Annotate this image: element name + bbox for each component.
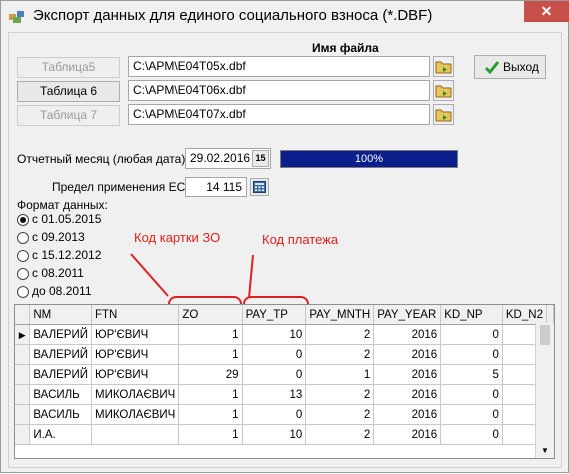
annotation-zo-arrow <box>130 253 169 297</box>
table-cell[interactable]: 0 <box>242 364 307 385</box>
current-row-icon: ▶ <box>18 329 26 340</box>
table-cell[interactable]: 2 <box>305 424 375 445</box>
table-cell[interactable]: 2 <box>305 384 375 405</box>
table-cell[interactable]: 1 <box>178 344 243 365</box>
table-cell[interactable]: И.А. <box>29 424 92 445</box>
table-cell[interactable] <box>91 424 180 445</box>
table-cell[interactable]: 2 <box>305 344 375 365</box>
table-cell[interactable]: 1 <box>178 324 243 345</box>
column-header[interactable]: PAY_MNTH <box>305 305 375 325</box>
table-cell[interactable]: ВАСИЛЬ <box>29 384 92 405</box>
table-row[interactable]: ВАЛЕРИЙ ЮР'ЄВИЧ 1 0 2 2016 0 <box>15 344 554 365</box>
column-header[interactable]: KD_NP <box>440 305 503 325</box>
column-header[interactable]: ZO <box>178 305 243 325</box>
table-cell[interactable]: 10 <box>242 424 307 445</box>
table-row[interactable]: ▶ ВАЛЕРИЙ ЮР'ЄВИЧ 1 10 2 2016 0 <box>15 324 554 345</box>
table-row[interactable]: ВАСИЛЬ МИКОЛАЄВИЧ 1 13 2 2016 0 <box>15 384 554 405</box>
table-cell[interactable]: МИКОЛАЄВИЧ <box>91 384 180 405</box>
scrollbar-thumb[interactable] <box>540 325 550 345</box>
table-cell[interactable]: 0 <box>440 404 503 425</box>
vertical-scrollbar[interactable]: ▼ <box>535 323 554 458</box>
row-indicator-header <box>15 305 31 325</box>
table-cell[interactable]: 2016 <box>373 344 442 365</box>
export-window: Экспорт данных для единого социального в… <box>0 0 569 473</box>
table-cell[interactable]: 2016 <box>373 384 442 405</box>
table-cell[interactable]: 2 <box>305 404 375 425</box>
table-cell[interactable]: 5 <box>440 364 503 385</box>
table-cell[interactable]: ЮР'ЄВИЧ <box>91 324 180 345</box>
table-cell[interactable]: 1 <box>178 404 243 425</box>
table-cell[interactable]: ВАЛЕРИЙ <box>29 324 92 345</box>
table-cell[interactable]: ЮР'ЄВИЧ <box>91 364 180 385</box>
table-cell[interactable]: 2016 <box>373 404 442 425</box>
data-grid[interactable]: NM FTN ZO PAY_TP PAY_MNTH PAY_YEAR KD_NP KD_N2 … <box>14 304 555 459</box>
row-indicator[interactable] <box>15 424 31 445</box>
table-cell[interactable]: 0 <box>440 344 503 365</box>
table-cell[interactable]: ВАЛЕРИЙ <box>29 344 92 365</box>
table-cell[interactable]: 13 <box>242 384 307 405</box>
table-cell[interactable]: 10 <box>242 324 307 345</box>
row-indicator[interactable] <box>15 404 31 425</box>
scroll-down-icon[interactable]: ▼ <box>541 446 549 455</box>
table-cell[interactable]: 0 <box>440 384 503 405</box>
table-cell[interactable]: МИКОЛАЄВИЧ <box>91 404 180 425</box>
table-cell[interactable]: 2016 <box>373 364 442 385</box>
column-header[interactable]: NM <box>29 305 92 325</box>
table-row[interactable]: ВАСИЛЬ МИКОЛАЄВИЧ 1 0 2 2016 0 <box>15 404 554 425</box>
table-cell[interactable]: 0 <box>242 404 307 425</box>
table-cell[interactable]: 0 <box>440 424 503 445</box>
table-cell[interactable]: 2016 <box>373 324 442 345</box>
table-cell[interactable]: 2 <box>305 324 375 345</box>
table-cell[interactable]: ЮР'ЄВИЧ <box>91 344 180 365</box>
table-row[interactable]: И.А. 1 10 2 2016 0 <box>15 424 554 445</box>
row-indicator[interactable] <box>15 364 31 385</box>
column-header[interactable]: PAY_TP <box>242 305 307 325</box>
row-indicator[interactable] <box>15 344 31 365</box>
annotation-pay-arrow <box>248 254 254 299</box>
table-cell[interactable]: 1 <box>178 424 243 445</box>
table-row[interactable]: ВАЛЕРИЙ ЮР'ЄВИЧ 29 0 1 2016 5 <box>15 364 554 385</box>
table-cell[interactable]: 0 <box>440 324 503 345</box>
table-cell[interactable]: 2016 <box>373 424 442 445</box>
table-cell[interactable]: 1 <box>305 364 375 385</box>
column-header-filler <box>546 305 554 325</box>
table-cell[interactable]: 0 <box>242 344 307 365</box>
table-cell[interactable]: ВАЛЕРИЙ <box>29 364 92 385</box>
column-header[interactable]: KD_N2 <box>502 305 548 325</box>
table-cell[interactable]: 1 <box>178 384 243 405</box>
table-cell[interactable]: 29 <box>178 364 243 385</box>
column-header[interactable]: PAY_YEAR <box>373 305 442 325</box>
column-header[interactable]: FTN <box>91 305 180 325</box>
table-cell[interactable]: ВАСИЛЬ <box>29 404 92 425</box>
row-indicator[interactable]: ▶ <box>15 324 31 345</box>
row-indicator[interactable] <box>15 384 31 405</box>
